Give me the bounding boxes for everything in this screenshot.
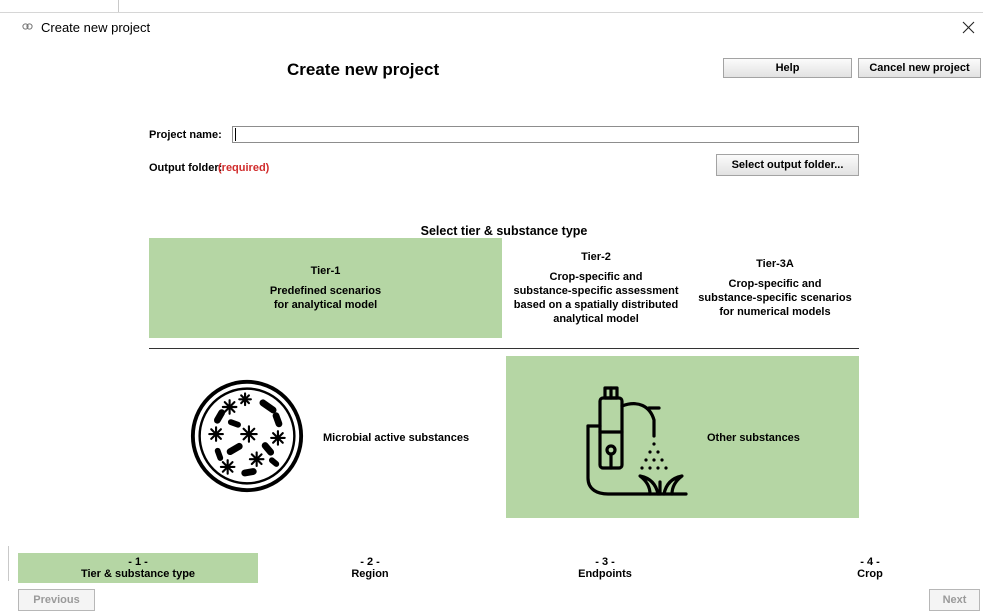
project-name-input[interactable] [232,126,859,143]
tier-2-title: Tier-2 [581,251,611,263]
section-divider [149,348,859,349]
tier-1-option[interactable]: Tier-1 Predefined scenarios for analytic… [149,238,502,338]
dialog-window: Create new project Create new project He… [0,12,983,613]
cancel-new-project-button[interactable]: Cancel new project [858,58,981,78]
microbial-substances-option[interactable]: Microbial active substances [149,356,502,518]
background-strip [0,0,983,12]
close-icon[interactable] [953,13,983,43]
tier-3a-option[interactable]: Tier-3A Crop-specific and substance-spec… [690,238,860,338]
step-label: Region [351,568,389,580]
step-number: - 3 - [595,556,615,568]
background-divider [118,0,119,12]
window-title: Create new project [41,20,151,35]
tier-2-desc-line: analytical model [553,313,639,325]
page-heading: Create new project [287,60,440,79]
step-label: Endpoints [578,568,632,580]
app-icon [22,23,33,30]
text-caret [235,128,236,141]
help-button[interactable]: Help [723,58,852,78]
tier-2-desc-line: based on a spatially distributed [513,299,679,311]
sprayer-icon [586,386,688,496]
output-folder-required: (required) [218,162,270,174]
tier-2-desc-line: Crop-specific and [549,271,643,283]
select-output-folder-button[interactable]: Select output folder... [716,154,859,176]
step-label: Tier & substance type [80,568,196,580]
tier-3a-title: Tier-3A [756,258,794,270]
left-separator [8,546,9,581]
tier-section-title: Select tier & substance type [420,224,588,238]
other-substances-option[interactable]: Other substances [506,356,859,518]
step-tier-substance[interactable]: - 1 - Tier & substance type [18,553,258,583]
step-number: - 2 - [360,556,380,568]
tier-1-desc-line: Predefined scenarios [269,285,382,297]
tier-1-desc-line: for analytical model [273,299,378,311]
tier-3a-desc-line: substance-specific scenarios [698,292,852,304]
step-endpoints[interactable]: - 3 - Endpoints [485,553,725,583]
microbe-icon [190,379,304,493]
title-bar: Create new project [0,13,983,41]
step-label: Crop [857,568,883,580]
step-crop[interactable]: - 4 - Crop [750,553,983,583]
microbial-substances-label: Microbial active substances [323,432,470,444]
next-button[interactable]: Next [929,589,980,611]
step-number: - 4 - [860,556,880,568]
tier-1-title: Tier-1 [310,265,341,277]
step-region[interactable]: - 2 - Region [250,553,490,583]
output-folder-label: Output folder: [149,162,223,174]
step-number: - 1 - [128,556,148,568]
other-substances-label: Other substances [707,432,800,444]
tier-2-desc-line: substance-specific assessment [513,285,679,297]
tier-3a-desc-line: Crop-specific and [728,278,822,290]
tier-2-option[interactable]: Tier-2 Crop-specific and substance-speci… [505,238,687,338]
tier-3a-desc-line: for numerical models [719,306,831,318]
previous-button[interactable]: Previous [18,589,95,611]
project-name-label: Project name: [149,129,222,141]
